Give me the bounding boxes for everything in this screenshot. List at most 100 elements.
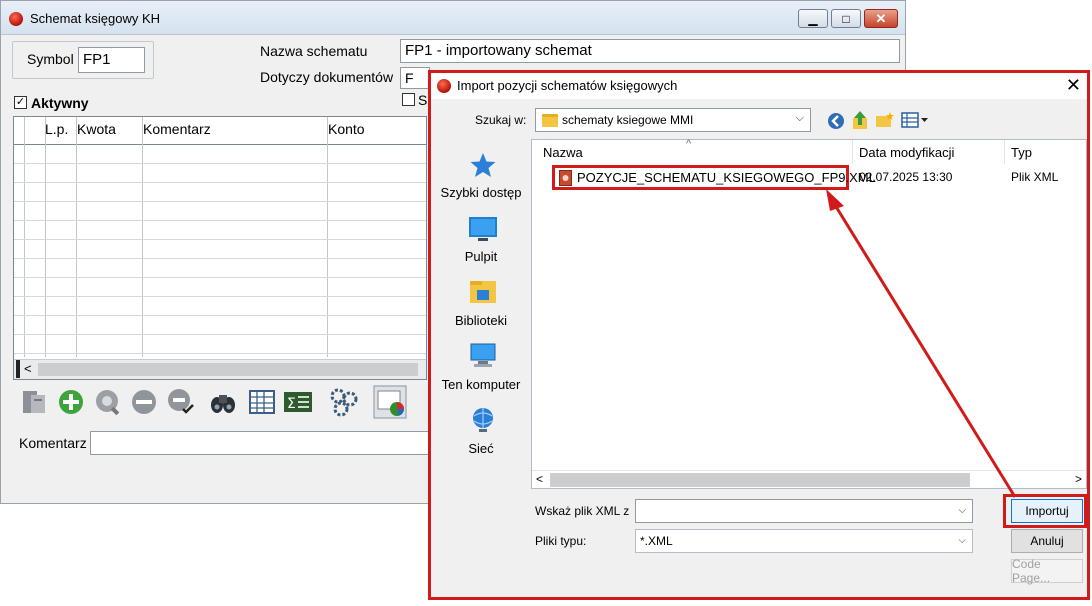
scheme-positions-grid[interactable]: L.p. Kwota Komentarz Konto <	[13, 116, 427, 380]
minimize-button[interactable]: ▁	[798, 9, 828, 28]
look-in-label: Szukaj w:	[475, 113, 527, 127]
table-row[interactable]	[14, 315, 426, 316]
app-logo-icon	[437, 79, 451, 93]
schema-name-input[interactable]: FP1 - importowany schemat	[400, 39, 900, 63]
table-row[interactable]	[14, 258, 426, 259]
file-date: 02.07.2025 13:30	[859, 170, 953, 184]
column-divider[interactable]	[1004, 140, 1005, 164]
symbol-input[interactable]: FP1	[78, 47, 145, 73]
maximize-icon: □	[842, 11, 850, 26]
table-view-icon[interactable]	[247, 387, 277, 417]
up-folder-icon[interactable]	[851, 110, 869, 130]
table-row[interactable]	[14, 239, 426, 240]
scroll-left-icon[interactable]: <	[536, 472, 543, 486]
file-list[interactable]: ^ Nazwa Data modyfikacji Typ POZYCJE_SCH…	[531, 138, 1087, 489]
dialog-close-icon[interactable]: ✕	[1066, 75, 1081, 96]
table-row[interactable]	[14, 334, 426, 335]
import-dialog: Import pozycji schematów księgowych ✕ Sz…	[428, 70, 1090, 600]
chart-icon[interactable]	[373, 385, 407, 419]
table-row[interactable]	[14, 182, 426, 183]
binoculars-icon[interactable]	[208, 387, 238, 417]
file-type-select[interactable]: *.XML ⌵	[635, 529, 973, 553]
new-folder-icon[interactable]	[875, 111, 895, 129]
documents-select[interactable]: F	[400, 67, 430, 89]
dialog-titlebar[interactable]: Import pozycji schematów księgowych ✕	[431, 73, 1087, 99]
table-row[interactable]	[14, 201, 426, 202]
maximize-button[interactable]: □	[831, 9, 861, 28]
add-icon[interactable]	[56, 387, 86, 417]
remove-icon[interactable]	[129, 387, 159, 417]
look-in-select[interactable]: schematy ksiegowe MMI ⌵	[535, 108, 811, 132]
svg-text:Σ: Σ	[287, 396, 296, 412]
close-button[interactable]: ✕	[864, 9, 898, 28]
chevron-down-icon: ⌵	[795, 112, 804, 124]
scroll-right-icon[interactable]: >	[1075, 472, 1082, 486]
chevron-down-icon[interactable]: ⌵	[958, 505, 966, 516]
grid-divider	[76, 117, 77, 357]
s-label: S	[418, 92, 428, 108]
computer-icon	[470, 343, 496, 367]
comment-label: Komentarz	[19, 435, 87, 451]
grid-col-lp[interactable]: L.p.	[45, 121, 68, 137]
col-header-name[interactable]: Nazwa	[543, 145, 583, 160]
preview-icon[interactable]	[93, 387, 123, 417]
grid-col-konto[interactable]: Konto	[328, 121, 365, 137]
chevron-down-icon: ⌵	[958, 535, 966, 546]
import-button[interactable]: Importuj	[1011, 499, 1083, 523]
symbol-value: FP1	[83, 51, 111, 68]
file-type: Plik XML	[1011, 170, 1059, 184]
active-label: Aktywny	[31, 95, 89, 111]
print-icon[interactable]	[19, 387, 49, 417]
back-icon[interactable]	[827, 112, 845, 130]
s-checkbox[interactable]	[402, 93, 415, 106]
grid-scroll-thumb[interactable]	[38, 363, 418, 376]
approve-icon[interactable]	[166, 387, 196, 417]
col-header-date[interactable]: Data modyfikacji	[859, 145, 954, 160]
xml-file-icon	[559, 170, 572, 186]
scroll-left-icon[interactable]: <	[24, 361, 32, 376]
settings-icon[interactable]	[329, 387, 359, 417]
file-type-value: *.XML	[640, 534, 673, 548]
table-row[interactable]	[14, 353, 426, 354]
active-checkbox[interactable]: ✓	[14, 96, 27, 109]
file-name: POZYCJE_SCHEMATU_KSIEGOWEGO_FP9.XML	[577, 170, 876, 185]
file-list-item[interactable]: POZYCJE_SCHEMATU_KSIEGOWEGO_FP9.XML	[552, 165, 876, 190]
table-row[interactable]	[14, 277, 426, 278]
documents-label: Dotyczy dokumentów	[260, 69, 394, 85]
app-logo-icon	[9, 12, 23, 26]
sort-up-icon: ^	[686, 138, 692, 150]
network-icon	[473, 408, 493, 432]
look-in-value: schematy ksiegowe MMI	[562, 113, 694, 127]
cancel-button[interactable]: Anuluj	[1011, 529, 1083, 553]
xml-file-label: Wskaż plik XML z	[535, 504, 630, 518]
column-divider[interactable]	[852, 140, 853, 164]
file-list-horizontal-scrollbar[interactable]: < >	[532, 470, 1086, 488]
grid-col-komentarz[interactable]: Komentarz	[143, 121, 211, 137]
place-label: Szybki dostęp	[440, 185, 522, 200]
grid-col-kwota[interactable]: Kwota	[77, 121, 116, 137]
xml-file-input[interactable]: ⌵	[635, 499, 973, 523]
col-header-type[interactable]: Typ	[1011, 145, 1032, 160]
sum-icon[interactable]: Σ	[283, 387, 313, 417]
schema-name-value: FP1 - importowany schemat	[405, 42, 592, 59]
comment-input[interactable]	[90, 431, 430, 455]
places-bar: Szybki dostęp Pulpit Biblioteki Ten komp…	[435, 139, 527, 469]
window-titlebar[interactable]: Schemat księgowy KH ▁ □ ✕	[1, 1, 905, 35]
grid-horizontal-scrollbar[interactable]: <	[14, 359, 426, 379]
grid-divider	[142, 117, 143, 357]
grid-divider	[24, 117, 25, 357]
minimize-icon: ▁	[808, 11, 818, 26]
table-row[interactable]	[14, 220, 426, 221]
table-row[interactable]	[14, 163, 426, 164]
desktop-icon	[469, 217, 497, 241]
place-label: Biblioteki	[454, 313, 508, 328]
window-title: Schemat księgowy KH	[30, 11, 161, 26]
file-type-label: Pliki typu:	[535, 534, 587, 548]
table-row[interactable]	[14, 296, 426, 297]
folder-icon	[542, 114, 558, 127]
dialog-title: Import pozycji schematów księgowych	[457, 78, 678, 93]
view-menu-icon[interactable]	[901, 112, 929, 128]
scroll-thumb[interactable]	[550, 473, 970, 487]
libraries-icon	[470, 281, 496, 303]
codepage-button[interactable]: Code Page...	[1011, 557, 1083, 585]
